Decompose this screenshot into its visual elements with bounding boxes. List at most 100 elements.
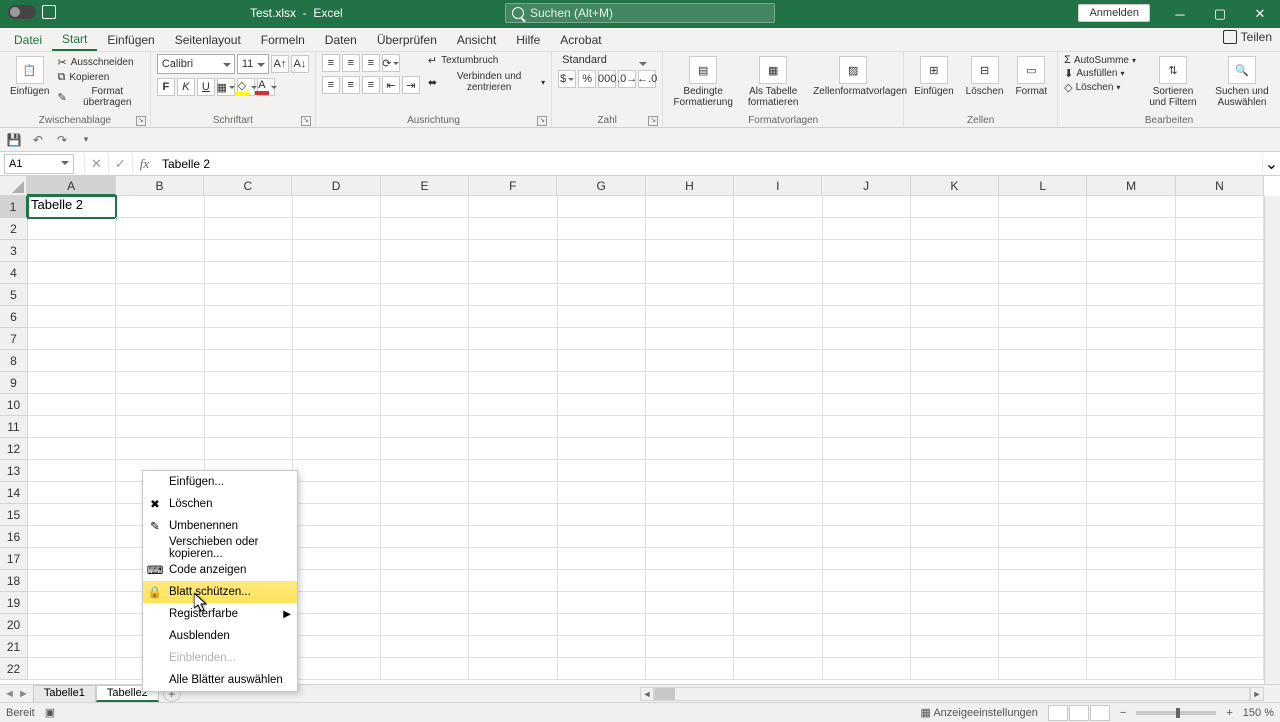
- insert-cells-button[interactable]: ⊞Einfügen: [910, 54, 957, 99]
- tab-data[interactable]: Daten: [315, 28, 367, 51]
- cell-G22[interactable]: [558, 658, 646, 680]
- cell-D8[interactable]: [293, 350, 381, 372]
- cell-D9[interactable]: [293, 372, 381, 394]
- cell-G21[interactable]: [558, 636, 646, 658]
- cell-I21[interactable]: [734, 636, 822, 658]
- autosum-button[interactable]: ΣAutoSumme▾: [1064, 54, 1136, 66]
- cell-A13[interactable]: [28, 460, 116, 482]
- column-header-H[interactable]: H: [646, 176, 734, 196]
- cell-L21[interactable]: [999, 636, 1087, 658]
- context-item-blatt-sch-tzen-[interactable]: 🔒Blatt schützen...: [143, 581, 297, 603]
- column-header-E[interactable]: E: [381, 176, 469, 196]
- cell-G9[interactable]: [558, 372, 646, 394]
- tab-help[interactable]: Hilfe: [506, 28, 550, 51]
- cell-D1[interactable]: [293, 196, 381, 218]
- cell-E9[interactable]: [381, 372, 469, 394]
- cell-K1[interactable]: [911, 196, 999, 218]
- underline-button[interactable]: U: [197, 78, 215, 96]
- cell-C6[interactable]: [205, 306, 293, 328]
- cell-D2[interactable]: [293, 218, 381, 240]
- row-header-22[interactable]: 22: [0, 658, 28, 680]
- cell-J3[interactable]: [823, 240, 911, 262]
- hscroll-right-button[interactable]: ►: [1250, 687, 1264, 701]
- cell-D3[interactable]: [293, 240, 381, 262]
- macro-record-icon[interactable]: ▣: [45, 706, 55, 719]
- tab-file[interactable]: Datei: [4, 28, 52, 51]
- cell-J12[interactable]: [823, 438, 911, 460]
- cell-M20[interactable]: [1087, 614, 1175, 636]
- cell-J11[interactable]: [823, 416, 911, 438]
- name-box[interactable]: A1: [4, 154, 74, 174]
- cell-A10[interactable]: [28, 394, 116, 416]
- cell-F7[interactable]: [469, 328, 557, 350]
- zoom-in-button[interactable]: +: [1226, 707, 1232, 719]
- cell-K6[interactable]: [911, 306, 999, 328]
- sheet-tab-tabelle1[interactable]: Tabelle1: [33, 685, 96, 702]
- fill-button[interactable]: ⬇Ausfüllen▾: [1064, 67, 1136, 80]
- cell-A5[interactable]: [28, 284, 116, 306]
- zoom-out-button[interactable]: −: [1120, 707, 1126, 719]
- cell-I13[interactable]: [734, 460, 822, 482]
- cell-G20[interactable]: [558, 614, 646, 636]
- cell-A7[interactable]: [28, 328, 116, 350]
- cell-styles-button[interactable]: ▨Zellenformatvorlagen: [809, 54, 897, 99]
- alignment-launcher[interactable]: ↘: [537, 116, 547, 126]
- tab-start[interactable]: Start: [52, 28, 97, 51]
- cell-I5[interactable]: [734, 284, 822, 306]
- column-header-I[interactable]: I: [734, 176, 822, 196]
- cell-A12[interactable]: [28, 438, 116, 460]
- cell-K2[interactable]: [911, 218, 999, 240]
- number-launcher[interactable]: ↘: [648, 116, 658, 126]
- cell-L17[interactable]: [999, 548, 1087, 570]
- cell-K3[interactable]: [911, 240, 999, 262]
- cell-C11[interactable]: [205, 416, 293, 438]
- cell-J13[interactable]: [823, 460, 911, 482]
- cell-E15[interactable]: [381, 504, 469, 526]
- cell-B8[interactable]: [116, 350, 204, 372]
- cell-F9[interactable]: [469, 372, 557, 394]
- cell-B9[interactable]: [116, 372, 204, 394]
- column-header-N[interactable]: N: [1176, 176, 1264, 196]
- cell-I20[interactable]: [734, 614, 822, 636]
- cell-N19[interactable]: [1176, 592, 1264, 614]
- cell-N2[interactable]: [1176, 218, 1264, 240]
- confirm-formula-button[interactable]: ✓: [108, 154, 132, 174]
- cell-F1[interactable]: [469, 196, 557, 218]
- accounting-format-button[interactable]: $: [558, 70, 576, 88]
- italic-button[interactable]: K: [177, 78, 195, 96]
- cell-F13[interactable]: [469, 460, 557, 482]
- row-header-11[interactable]: 11: [0, 416, 28, 438]
- cell-L12[interactable]: [999, 438, 1087, 460]
- cell-G7[interactable]: [558, 328, 646, 350]
- cell-G16[interactable]: [558, 526, 646, 548]
- cell-F16[interactable]: [469, 526, 557, 548]
- cell-N6[interactable]: [1176, 306, 1264, 328]
- column-header-D[interactable]: D: [292, 176, 380, 196]
- cell-A19[interactable]: [28, 592, 116, 614]
- cell-G4[interactable]: [558, 262, 646, 284]
- cell-M17[interactable]: [1087, 548, 1175, 570]
- tab-pagelayout[interactable]: Seitenlayout: [165, 28, 251, 51]
- cell-H20[interactable]: [646, 614, 734, 636]
- context-item-umbenennen[interactable]: ✎Umbenennen: [143, 515, 297, 537]
- cell-H14[interactable]: [646, 482, 734, 504]
- cell-G18[interactable]: [558, 570, 646, 592]
- cell-N12[interactable]: [1176, 438, 1264, 460]
- cell-D5[interactable]: [293, 284, 381, 306]
- copy-button[interactable]: ⧉Kopieren: [57, 71, 143, 84]
- cell-N11[interactable]: [1176, 416, 1264, 438]
- clear-button[interactable]: ◇Löschen▾: [1064, 81, 1136, 94]
- cell-H1[interactable]: [646, 196, 734, 218]
- column-header-G[interactable]: G: [557, 176, 645, 196]
- cell-H12[interactable]: [646, 438, 734, 460]
- cell-H18[interactable]: [646, 570, 734, 592]
- cell-J1[interactable]: [823, 196, 911, 218]
- cell-N16[interactable]: [1176, 526, 1264, 548]
- cell-I12[interactable]: [734, 438, 822, 460]
- cell-L20[interactable]: [999, 614, 1087, 636]
- cell-E7[interactable]: [381, 328, 469, 350]
- cell-K8[interactable]: [911, 350, 999, 372]
- cell-N13[interactable]: [1176, 460, 1264, 482]
- cell-G14[interactable]: [558, 482, 646, 504]
- column-header-B[interactable]: B: [116, 176, 204, 196]
